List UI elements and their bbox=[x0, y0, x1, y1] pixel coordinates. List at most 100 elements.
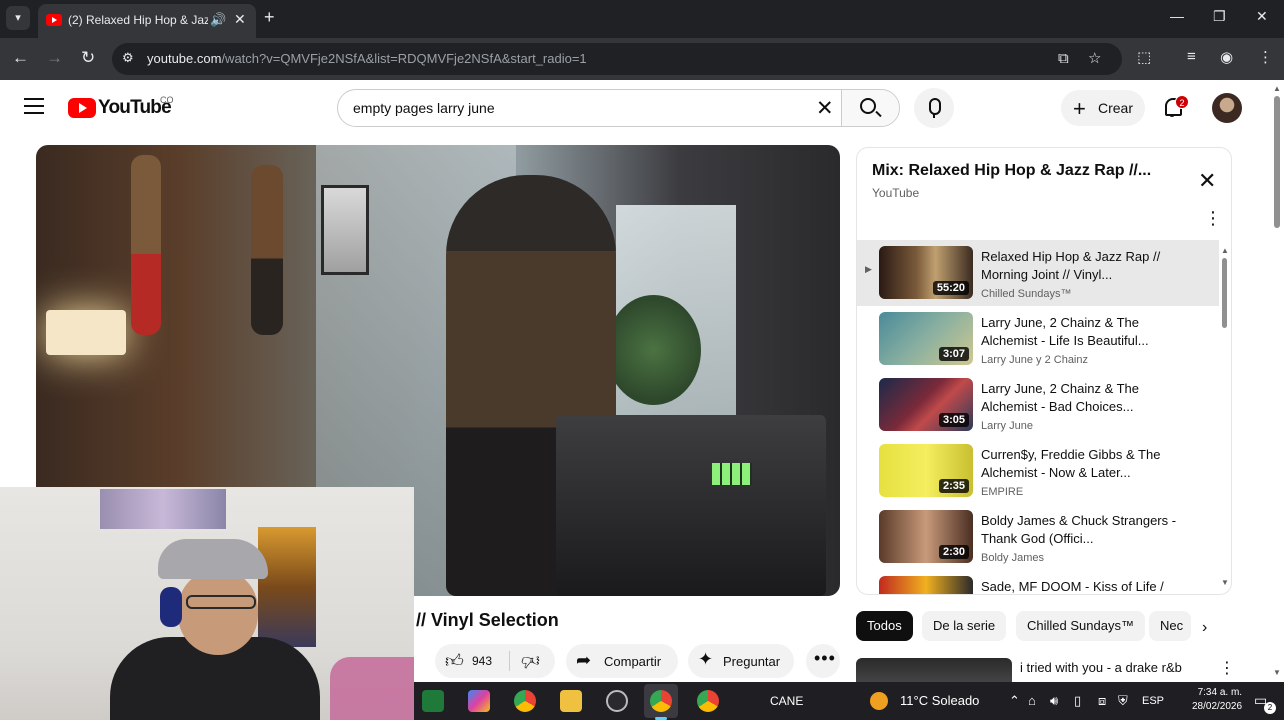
duration-badge: 2:35 bbox=[938, 479, 969, 493]
video-frame-guitar bbox=[251, 165, 283, 335]
playlist-item[interactable]: 3:07 Larry June, 2 Chainz & The Alchemis… bbox=[857, 306, 1219, 372]
tray-volume-icon[interactable]: 🔊︎ bbox=[1050, 693, 1058, 709]
scroll-down-icon[interactable]: ▼ bbox=[1273, 668, 1281, 677]
tray-wifi-icon[interactable]: ⌂ bbox=[1028, 693, 1036, 708]
obs-icon[interactable] bbox=[606, 690, 628, 712]
more-actions-button[interactable]: ••• bbox=[806, 644, 840, 678]
clock-date: 28/02/2026 bbox=[1192, 701, 1243, 712]
playlist-thumbnail[interactable]: 2:35 bbox=[879, 444, 973, 497]
chrome-profile-icon[interactable] bbox=[697, 690, 719, 712]
avatar[interactable] bbox=[1212, 93, 1242, 123]
playlist-thumbnail[interactable]: 55:20 bbox=[879, 246, 973, 299]
playlist-item[interactable]: 2:30 Boldy James & Chuck Strangers - Tha… bbox=[857, 504, 1219, 570]
scroll-up-icon[interactable]: ▲ bbox=[1221, 246, 1229, 255]
address-bar[interactable]: ⚙ youtube.com/watch?v=QMVFje2NSfA&list=R… bbox=[112, 43, 1122, 75]
chip-todos[interactable]: Todos bbox=[856, 611, 913, 641]
scroll-down-icon[interactable]: ▼ bbox=[1221, 578, 1229, 587]
playlist-item-title[interactable]: Sade, MF DOOM - Kiss of Life / bbox=[981, 578, 1181, 594]
dislike-icon[interactable]: 👍︎ bbox=[521, 650, 540, 672]
playlist-item-title[interactable]: Larry June, 2 Chainz & The Alchemist - L… bbox=[981, 314, 1181, 350]
close-window-icon[interactable]: ✕ bbox=[1256, 8, 1268, 25]
playlist-item[interactable]: 3:05 Larry June, 2 Chainz & The Alchemis… bbox=[857, 372, 1219, 438]
browser-tabbar: ▾ (2) Relaxed Hip Hop & Jazz Rap // Morn… bbox=[0, 0, 1284, 38]
voice-search-button[interactable] bbox=[914, 88, 954, 128]
weather-text[interactable]: 11°C Soleado bbox=[900, 693, 979, 708]
chip-chilled-sundays[interactable]: Chilled Sundays™ bbox=[1016, 611, 1145, 641]
playlist-owner[interactable]: YouTube bbox=[872, 186, 919, 200]
extensions-icon[interactable]: ⬚ bbox=[1137, 48, 1151, 66]
excel-icon[interactable] bbox=[422, 690, 444, 712]
language-indicator[interactable]: ESP bbox=[1142, 695, 1164, 707]
tab-search-button[interactable]: ▾ bbox=[6, 6, 30, 30]
forward-icon[interactable]: → bbox=[46, 48, 63, 68]
playlist-scrollbar[interactable]: ▲ ▼ bbox=[1221, 246, 1229, 591]
close-playlist-icon[interactable]: ✕ bbox=[1198, 168, 1216, 194]
clock[interactable]: 7:34 a. m. 28/02/2026 bbox=[1192, 686, 1242, 714]
playlist-title[interactable]: Mix: Relaxed Hip Hop & Jazz Rap //... bbox=[872, 162, 1151, 180]
media-controls-icon[interactable]: ≡ bbox=[1187, 48, 1196, 65]
scrollbar-thumb[interactable] bbox=[1274, 96, 1280, 228]
chip-de-la-serie[interactable]: De la serie bbox=[922, 611, 1007, 641]
playlist-item-title[interactable]: Curren$y, Freddie Gibbs & The Alchemist … bbox=[981, 446, 1181, 482]
search-button[interactable] bbox=[841, 90, 899, 126]
playlist-item-title[interactable]: Relaxed Hip Hop & Jazz Rap // Morning Jo… bbox=[981, 248, 1181, 284]
bookmark-star-icon[interactable]: ☆ bbox=[1088, 49, 1101, 67]
weather-sun-icon[interactable] bbox=[870, 692, 888, 710]
playlist-thumbnail[interactable]: 2:30 bbox=[879, 510, 973, 563]
chrome-icon[interactable] bbox=[514, 690, 536, 712]
like-count[interactable]: 943 bbox=[472, 654, 492, 668]
playlist-item-title[interactable]: Boldy James & Chuck Strangers - Thank Go… bbox=[981, 512, 1181, 548]
share-button[interactable]: ➦ Compartir bbox=[566, 644, 678, 678]
recommendation-title[interactable]: i tried with you - a drake r&b bbox=[1020, 660, 1182, 675]
speaker-icon[interactable]: 🔊 bbox=[210, 12, 226, 28]
playlist-item-channel: EMPIRE bbox=[981, 486, 1024, 498]
close-tab-icon[interactable]: ✕ bbox=[234, 11, 246, 28]
minimize-icon[interactable]: — bbox=[1170, 8, 1184, 24]
install-app-icon[interactable]: ⧉ bbox=[1058, 50, 1069, 67]
guide-menu-icon[interactable] bbox=[24, 98, 44, 114]
playlist-thumbnail[interactable] bbox=[879, 576, 973, 594]
copilot-icon[interactable] bbox=[468, 690, 490, 712]
profile-icon[interactable]: ◉ bbox=[1220, 48, 1233, 66]
tab-title: (2) Relaxed Hip Hop & Jazz Rap // Mornin… bbox=[68, 13, 208, 27]
scrollbar-thumb[interactable] bbox=[1222, 258, 1227, 328]
restore-icon[interactable]: ❐ bbox=[1213, 8, 1226, 25]
create-button[interactable]: + Crear bbox=[1061, 90, 1145, 126]
tray-chevron-icon[interactable]: ⌃ bbox=[1009, 693, 1020, 709]
tray-security-icon[interactable]: ⛨ bbox=[1118, 693, 1128, 709]
playlist-item-title[interactable]: Larry June, 2 Chainz & The Alchemist - B… bbox=[981, 380, 1181, 416]
like-icon[interactable]: 👍︎ bbox=[445, 650, 464, 672]
page-scrollbar[interactable]: ▲ ▼ bbox=[1270, 82, 1284, 682]
youtube-logo-icon[interactable] bbox=[68, 98, 96, 118]
browser-tab-active[interactable]: (2) Relaxed Hip Hop & Jazz Rap // Mornin… bbox=[38, 4, 256, 38]
file-explorer-icon[interactable] bbox=[560, 690, 582, 712]
playlist-item[interactable]: 2:35 Curren$y, Freddie Gibbs & The Alche… bbox=[857, 438, 1219, 504]
clear-search-icon[interactable]: ✕ bbox=[816, 96, 834, 121]
tray-app-icon[interactable]: ⧈ bbox=[1098, 693, 1106, 709]
chevron-right-icon[interactable]: › bbox=[1202, 619, 1207, 637]
video-frame-turntable bbox=[556, 415, 826, 596]
search-input[interactable]: empty pages larry june bbox=[353, 100, 495, 116]
scroll-up-icon[interactable]: ▲ bbox=[1273, 84, 1281, 93]
video-frame-guitar bbox=[131, 155, 161, 335]
recommendation-menu-icon[interactable]: ⋮ bbox=[1219, 658, 1235, 678]
playlist-item[interactable]: ▶ 55:20 Relaxed Hip Hop & Jazz Rap // Mo… bbox=[857, 240, 1219, 306]
playlist-menu-icon[interactable]: ⋮ bbox=[1204, 208, 1222, 229]
video-frame-lamp bbox=[46, 310, 126, 355]
ask-button[interactable]: ✦ Preguntar bbox=[688, 644, 794, 678]
plus-icon: + bbox=[1073, 96, 1086, 121]
notification-center-badge: 2 bbox=[1264, 702, 1276, 714]
chrome-menu-icon[interactable]: ⋮ bbox=[1258, 48, 1273, 66]
playlist-item[interactable]: Sade, MF DOOM - Kiss of Life / bbox=[857, 570, 1219, 594]
back-icon[interactable]: ← bbox=[12, 48, 29, 68]
tray-battery-icon[interactable]: ▯ bbox=[1074, 693, 1081, 709]
new-tab-icon[interactable]: + bbox=[264, 7, 275, 28]
playlist-thumbnail[interactable]: 3:05 bbox=[879, 378, 973, 431]
site-info-icon[interactable]: ⚙ bbox=[122, 50, 134, 66]
playlist-thumbnail[interactable]: 3:07 bbox=[879, 312, 973, 365]
chip-next-partial[interactable]: Nec bbox=[1149, 611, 1191, 641]
chrome-active-icon[interactable] bbox=[650, 690, 672, 720]
search-box[interactable]: empty pages larry june ✕ bbox=[337, 89, 900, 127]
share-label: Compartir bbox=[604, 654, 662, 669]
reload-icon[interactable]: ↻ bbox=[81, 48, 95, 68]
